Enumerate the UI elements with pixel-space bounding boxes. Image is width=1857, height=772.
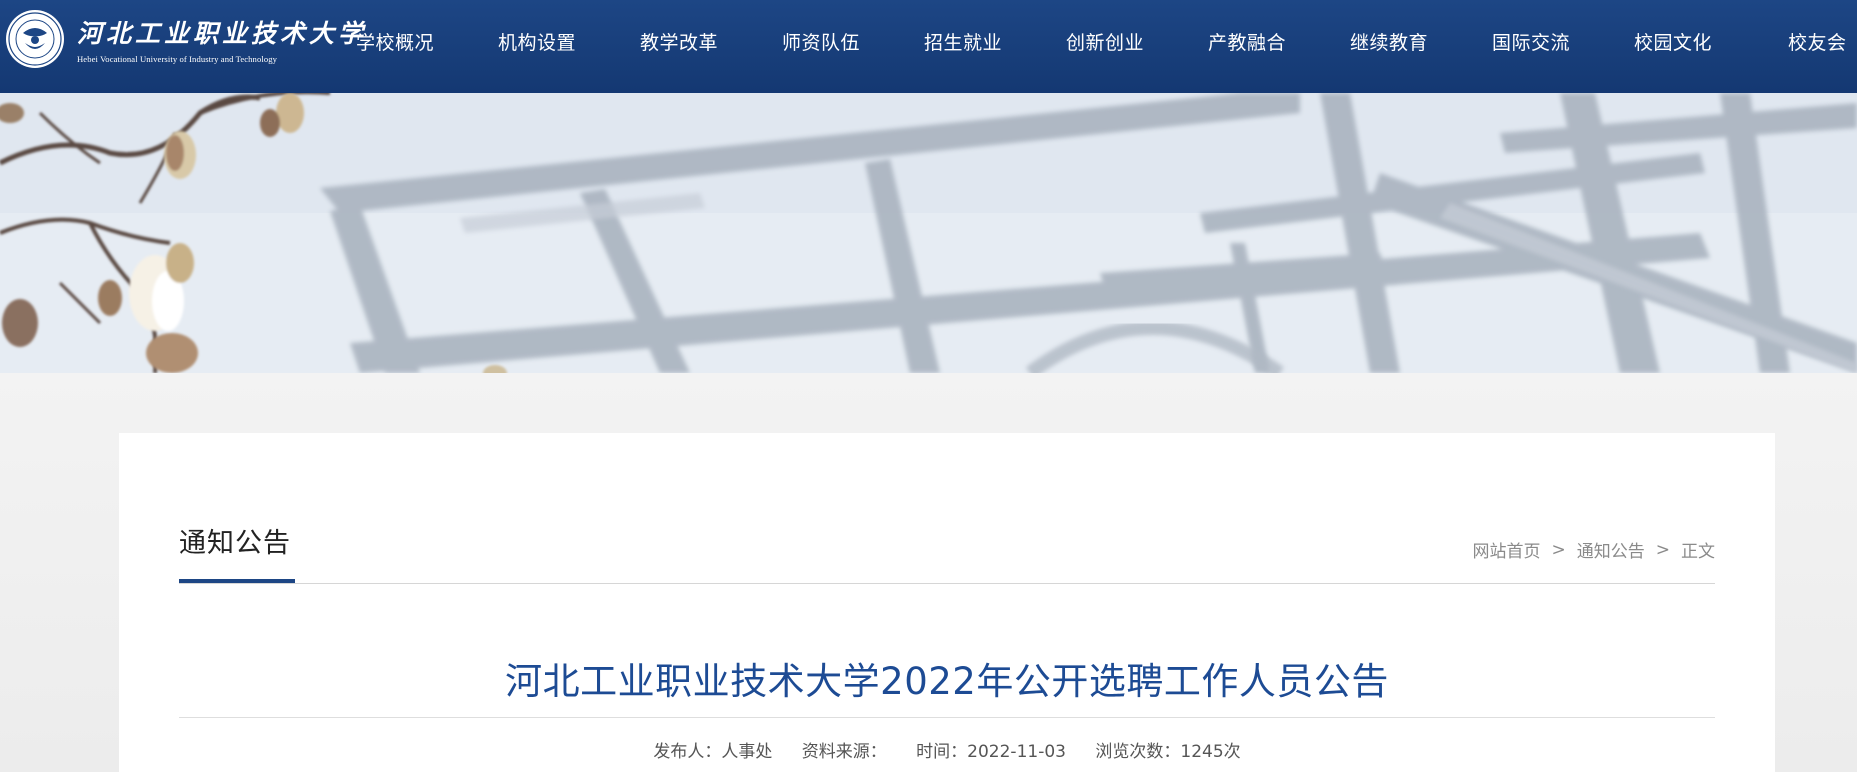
university-seal-icon <box>6 10 64 68</box>
site-name-cn: 河北工业职业技术大学 <box>77 19 368 48</box>
banner-image <box>0 93 1857 373</box>
breadcrumb-category-link[interactable]: 通知公告 <box>1577 537 1645 562</box>
breadcrumb-separator: > <box>1655 539 1670 560</box>
breadcrumb-home-link[interactable]: 网站首页 <box>1473 537 1541 562</box>
nav-item-school-overview[interactable]: 学校概况 <box>356 28 434 55</box>
site-name-en: Hebei Vocational University of Industry … <box>77 54 278 64</box>
nav-item-alumni[interactable]: 校友会 <box>1788 28 1847 55</box>
article-source: 资料来源： <box>801 742 887 762</box>
nav-item-teaching-reform[interactable]: 教学改革 <box>640 28 718 55</box>
banner-photo <box>0 93 1857 373</box>
article-title: 河北工业职业技术大学2022年公开选聘工作人员公告 <box>505 660 1389 703</box>
article-meta: 发布人：人事处 资料来源： 时间：2022-11-03 浏览次数：1245次 <box>119 737 1775 762</box>
nav-item-industry[interactable]: 产教融合 <box>1208 28 1286 55</box>
main-nav: 学校概况 机构设置 教学改革 师资队伍 招生就业 创新创业 产教融合 继续教育 … <box>332 0 1857 86</box>
breadcrumb-current: 正文 <box>1681 542 1715 562</box>
article-title-divider <box>179 717 1715 718</box>
article-views: 浏览次数：1245次 <box>1095 742 1241 762</box>
nav-item-innovation[interactable]: 创新创业 <box>1066 28 1144 55</box>
breadcrumb-separator: > <box>1551 539 1566 560</box>
nav-item-organization[interactable]: 机构设置 <box>498 28 576 55</box>
nav-item-campus-culture[interactable]: 校园文化 <box>1634 28 1712 55</box>
nav-item-continuing-ed[interactable]: 继续教育 <box>1350 28 1428 55</box>
nav-item-international[interactable]: 国际交流 <box>1492 28 1570 55</box>
article-card: 通知公告 网站首页 > 通知公告 > 正文 河北工业职业技术大学2022年公开选… <box>119 433 1775 772</box>
article-time: 时间：2022-11-03 <box>916 742 1066 762</box>
site-logo[interactable]: 河北工业职业技术大学 Hebei Vocational University o… <box>5 8 363 70</box>
section-divider <box>179 583 1715 584</box>
breadcrumb: 网站首页 > 通知公告 > 正文 <box>1473 537 1716 563</box>
nav-item-admissions[interactable]: 招生就业 <box>924 28 1002 55</box>
nav-item-faculty[interactable]: 师资队伍 <box>782 28 860 55</box>
section-title: 通知公告 <box>179 528 291 559</box>
article-publisher: 发布人：人事处 <box>653 742 773 762</box>
site-header: 河北工业职业技术大学 Hebei Vocational University o… <box>0 0 1857 93</box>
